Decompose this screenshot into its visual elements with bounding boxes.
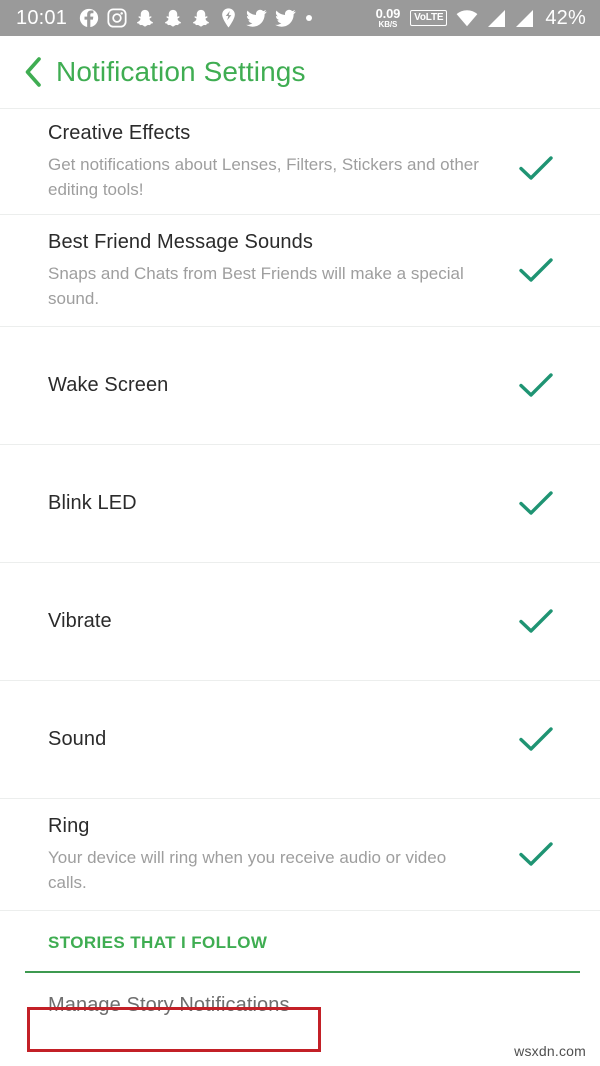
twitter-bird-icon <box>246 9 267 28</box>
snapchat-bolt-icon <box>219 7 238 29</box>
checkmark-icon[interactable] <box>514 121 558 215</box>
back-chevron-icon[interactable] <box>20 56 46 88</box>
wifi-icon <box>456 9 478 27</box>
setting-title: Wake Screen <box>48 374 169 396</box>
setting-title: Sound <box>48 728 107 750</box>
network-speed-value: 0.09 <box>375 6 401 21</box>
setting-title: Vibrate <box>48 610 112 632</box>
manage-story-notifications-row[interactable]: Manage Story Notifications <box>0 973 600 1037</box>
setting-row-wake-screen[interactable]: Wake Screen <box>0 326 600 444</box>
row-text-block: Blink LED <box>48 491 514 516</box>
setting-row-best-friend-message-sounds[interactable]: Best Friend Message Sounds Snaps and Cha… <box>0 214 600 326</box>
page-title: Notification Settings <box>56 56 306 87</box>
setting-subtitle: Your device will ring when you receive a… <box>48 847 447 892</box>
setting-row-creative-effects[interactable]: Creative Effects Get notifications about… <box>0 108 600 214</box>
row-text-block: Ring Your device will ring when you rece… <box>48 814 514 895</box>
setting-title: Creative Effects <box>48 122 191 144</box>
phone-screen: 10:01 0.09 KB/S VoLTE 42% Notification S… <box>0 0 600 1066</box>
row-text-block: Best Friend Message Sounds Snaps and Cha… <box>48 230 514 311</box>
status-system-icons: 0.09 KB/S VoLTE 42% <box>376 7 586 30</box>
settings-list: Creative Effects Get notifications about… <box>0 108 600 910</box>
snapchat-ghost-icon <box>135 8 155 29</box>
row-text-block: Wake Screen <box>48 373 514 398</box>
section-header-stories-that-i-follow: STORIES THAT I FOLLOW <box>0 910 600 953</box>
setting-title: Blink LED <box>48 492 137 514</box>
setting-row-blink-led[interactable]: Blink LED <box>0 444 600 562</box>
checkmark-icon[interactable] <box>514 257 558 284</box>
section-title: STORIES THAT I FOLLOW <box>48 933 268 952</box>
twitter-bird-icon <box>275 9 296 28</box>
setting-title: Ring <box>48 814 90 837</box>
status-bar: 10:01 0.09 KB/S VoLTE 42% <box>0 0 600 36</box>
volte-badge: VoLTE <box>410 10 448 26</box>
status-clock: 10:01 <box>16 6 68 29</box>
watermark: wsxdn.com <box>514 1043 586 1059</box>
checkmark-icon[interactable] <box>514 372 558 399</box>
more-notifications-dot <box>306 15 313 21</box>
setting-row-ring[interactable]: Ring Your device will ring when you rece… <box>0 798 600 910</box>
snapchat-ghost-icon <box>163 8 183 29</box>
snapchat-ghost-icon <box>191 8 211 29</box>
checkmark-icon[interactable] <box>514 490 558 517</box>
instagram-icon <box>107 8 127 28</box>
battery-percentage: 42% <box>545 6 586 29</box>
setting-row-vibrate[interactable]: Vibrate <box>0 562 600 680</box>
checkmark-icon[interactable] <box>514 726 558 753</box>
status-notification-icons <box>79 7 376 29</box>
network-speed-unit: KB/S <box>378 20 398 29</box>
app-bar: Notification Settings <box>0 36 600 108</box>
setting-subtitle: Snaps and Chats from Best Friends will m… <box>48 263 464 308</box>
checkmark-icon[interactable] <box>514 841 558 868</box>
setting-row-sound[interactable]: Sound <box>0 680 600 798</box>
row-text-block: Creative Effects Get notifications about… <box>48 121 514 202</box>
setting-subtitle: Get notifications about Lenses, Filters,… <box>48 155 479 199</box>
setting-title: Best Friend Message Sounds <box>48 230 313 253</box>
signal-bars-icon <box>515 9 534 27</box>
row-text-block: Vibrate <box>48 609 514 634</box>
row-text-block: Sound <box>48 727 514 752</box>
manage-story-notifications-label: Manage Story Notifications <box>48 993 290 1016</box>
network-speed-indicator: 0.09 KB/S <box>376 7 401 29</box>
signal-bars-icon <box>487 9 506 27</box>
facebook-icon <box>79 8 99 28</box>
checkmark-icon[interactable] <box>514 608 558 635</box>
